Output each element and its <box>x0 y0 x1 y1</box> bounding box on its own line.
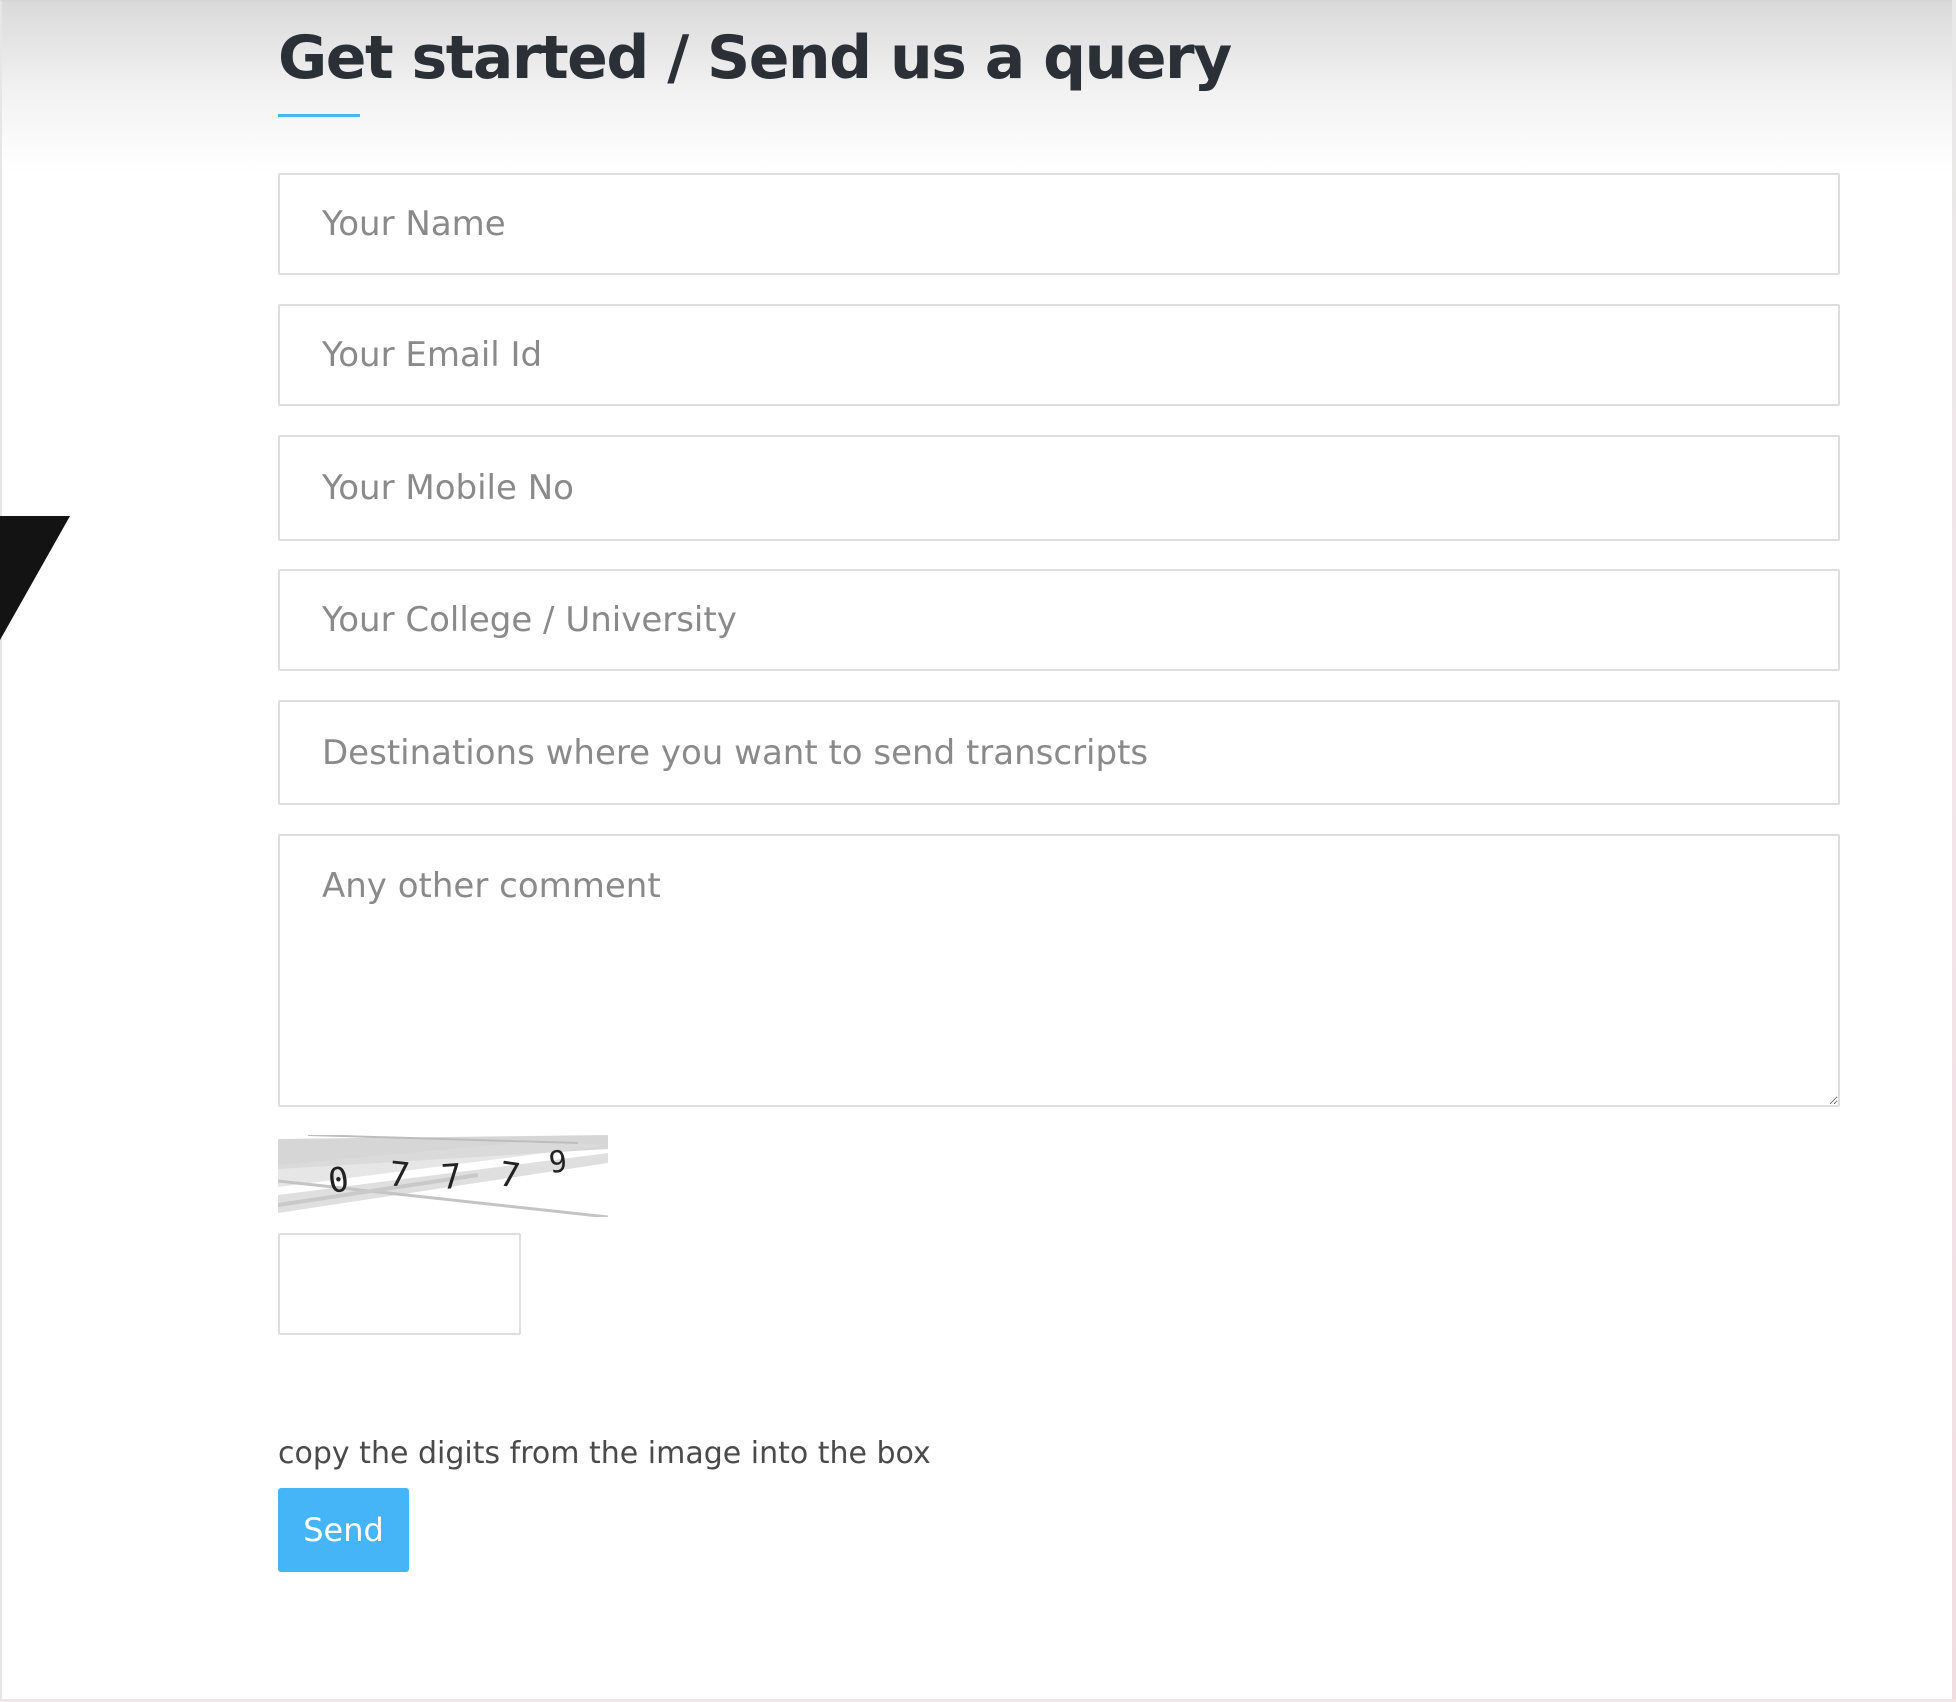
captcha-hint: copy the digits from the image into the … <box>278 1436 931 1471</box>
name-input[interactable] <box>278 173 1840 275</box>
form-title: Get started / Send us a query <box>278 23 1232 93</box>
decorative-wedge <box>0 516 70 640</box>
right-edge-border <box>1952 0 1956 1702</box>
mobile-input[interactable] <box>278 435 1840 541</box>
captcha-image: 07779 <box>278 1135 608 1217</box>
captcha-digit: 7 <box>387 1154 412 1196</box>
send-button[interactable]: Send <box>278 1488 409 1572</box>
captcha-digit: 7 <box>440 1157 463 1198</box>
title-underline <box>278 114 360 117</box>
destinations-input[interactable] <box>278 700 1840 805</box>
captcha-input[interactable] <box>278 1233 521 1335</box>
college-input[interactable] <box>278 569 1840 671</box>
comment-textarea[interactable] <box>278 834 1840 1107</box>
captcha-digit: 7 <box>497 1154 523 1196</box>
captcha-digit: 9 <box>547 1144 569 1181</box>
email-input[interactable] <box>278 304 1840 406</box>
